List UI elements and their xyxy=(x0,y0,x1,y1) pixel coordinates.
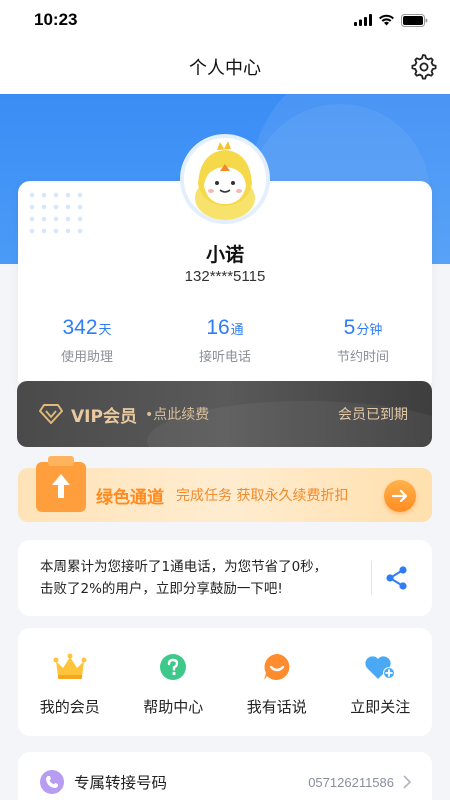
arrow-right-icon xyxy=(392,489,408,503)
stat-unit: 通 xyxy=(230,323,244,338)
quick-menu: 我的会员 帮助中心 我有话说 立即关注 xyxy=(18,628,432,736)
weekly-summary-text: 本周累计为您接听了1通电话，为您节省了0秒， 击败了2%的用户，立即分享鼓励一下… xyxy=(40,556,370,600)
summary-line: 本周累计为您接听了1通电话，为您节省了0秒， xyxy=(40,559,328,575)
smile-chat-icon xyxy=(263,654,290,680)
stat-value: 5 xyxy=(343,316,356,339)
page-title: 个人中心 xyxy=(189,58,261,79)
menu-feedback[interactable]: 我有话说 xyxy=(225,650,329,736)
menu-my-membership[interactable]: 我的会员 xyxy=(18,650,122,736)
weekly-summary-card: 本周累计为您接听了1通电话，为您节省了0秒， 击败了2%的用户，立即分享鼓励一下… xyxy=(18,540,432,616)
chevron-right-icon xyxy=(403,775,412,789)
stat-calls-answered: 16通 接听电话 xyxy=(156,316,294,376)
menu-label: 我有话说 xyxy=(246,698,307,716)
vip-title: VIP会员 xyxy=(71,406,137,427)
green-channel-subtitle: 完成任务 获取永久续费折扣 xyxy=(176,488,349,504)
stat-label: 接听电话 xyxy=(198,350,251,365)
stats-row: 342天 使用助理 16通 接听电话 5分钟 节约时间 xyxy=(18,316,432,376)
vip-renew-bar[interactable]: VIP会员 •点此续费 会员已到期 xyxy=(17,381,432,447)
username: 小诺 xyxy=(205,244,244,266)
heart-plus-icon xyxy=(365,656,396,679)
transfer-number-row[interactable]: 专属转接号码 057126211586 xyxy=(18,752,432,800)
help-icon xyxy=(160,654,187,680)
decorative-dots xyxy=(26,189,86,239)
transfer-label: 专属转接号码 xyxy=(74,774,168,792)
transfer-number: 057126211586 xyxy=(308,774,394,790)
phone-number: 132****5115 xyxy=(184,268,266,285)
green-channel-title: 绿色通道 xyxy=(96,487,164,508)
stat-unit: 天 xyxy=(98,323,112,338)
phone-transfer-icon xyxy=(40,770,64,794)
divider xyxy=(371,561,372,595)
menu-label: 我的会员 xyxy=(39,698,100,716)
stat-unit: 分钟 xyxy=(356,323,383,338)
status-time: 10:23 xyxy=(34,10,78,29)
nav-bar: 个人中心 xyxy=(0,40,450,94)
stat-label: 节约时间 xyxy=(336,350,389,365)
diamond-icon xyxy=(39,404,63,424)
signal-icon xyxy=(354,14,372,26)
upload-box-icon xyxy=(36,456,86,512)
battery-icon xyxy=(401,13,428,27)
gear-icon[interactable] xyxy=(410,53,438,81)
stat-value: 16 xyxy=(206,316,230,339)
status-bar: 10:23 xyxy=(0,0,450,40)
stat-value: 342 xyxy=(62,316,98,339)
summary-line: 击败了2%的用户，立即分享鼓励一下吧! xyxy=(40,581,283,597)
green-channel-banner[interactable]: 绿色通道 完成任务 获取永久续费折扣 xyxy=(18,456,432,522)
share-icon[interactable] xyxy=(383,564,411,592)
arrow-right-button[interactable] xyxy=(384,480,416,512)
stat-usage-days: 342天 使用助理 xyxy=(18,316,156,376)
status-icons xyxy=(354,13,428,27)
stat-time-saved: 5分钟 节约时间 xyxy=(294,316,432,376)
menu-follow[interactable]: 立即关注 xyxy=(329,650,433,736)
menu-help-center[interactable]: 帮助中心 xyxy=(122,650,226,736)
wifi-icon xyxy=(379,14,394,26)
crown-icon xyxy=(53,653,87,679)
avatar[interactable] xyxy=(180,134,270,224)
menu-label: 帮助中心 xyxy=(143,698,204,716)
chick-avatar-image xyxy=(184,138,266,220)
stat-label: 使用助理 xyxy=(60,350,113,365)
menu-label: 立即关注 xyxy=(350,698,411,716)
